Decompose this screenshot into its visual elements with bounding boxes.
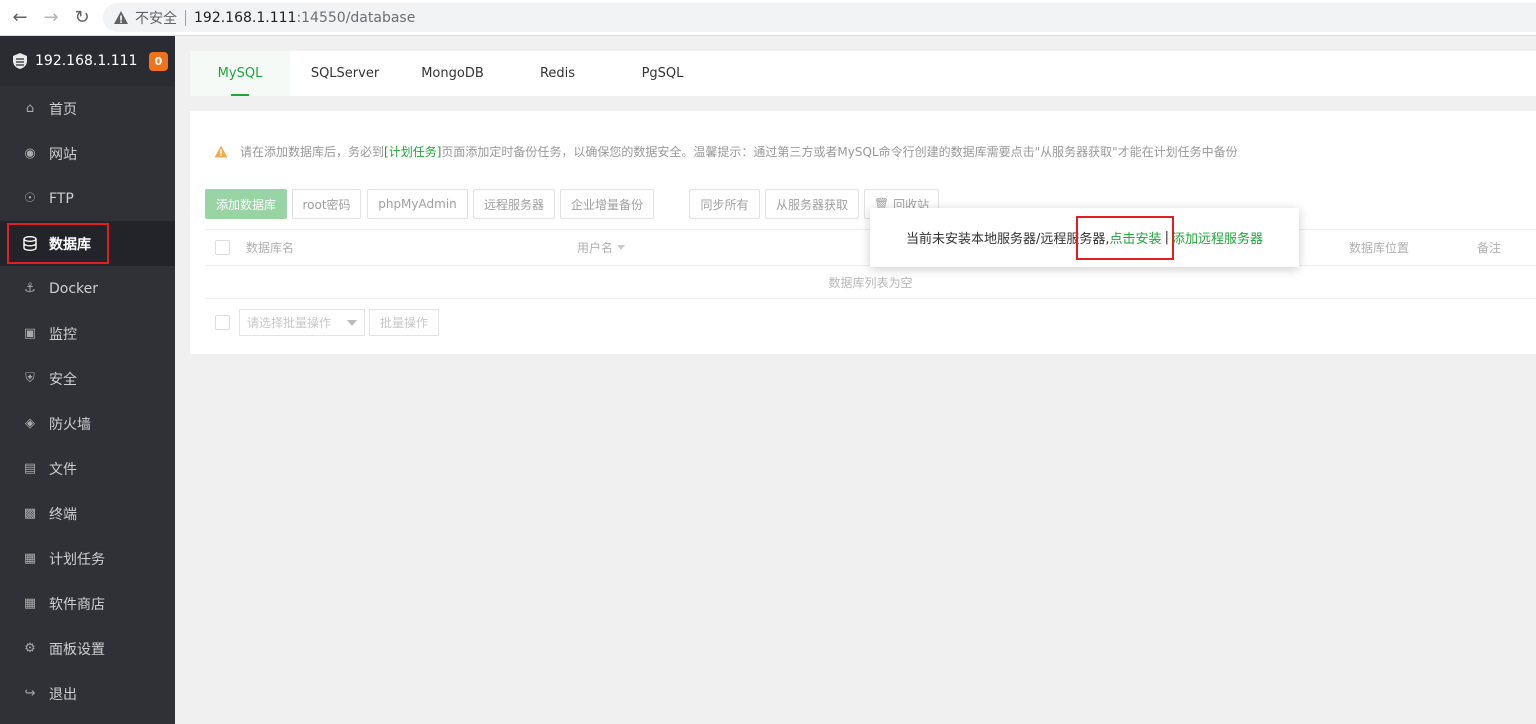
sidebar: 192.168.1.111 0 ⌂ 首页 ◉ 网站 ☉ FTP 数据库 ⚓ Docker…: [0, 36, 175, 724]
add-remote-server-link[interactable]: 添加远程服务器: [1172, 228, 1263, 247]
col-db-name[interactable]: 数据库名: [246, 239, 577, 256]
sidebar-item-logout[interactable]: ↪ 退出: [0, 671, 175, 716]
sidebar-header: 192.168.1.111 0: [0, 36, 175, 86]
reload-icon[interactable]: ↻: [71, 7, 93, 29]
warning-icon: [214, 145, 228, 158]
insecure-label: 不安全: [135, 10, 177, 27]
sidebar-item-website[interactable]: ◉ 网站: [0, 131, 175, 176]
add-database-button[interactable]: 添加数据库: [205, 189, 287, 219]
sidebar-item-firewall[interactable]: ◈ 防火墙: [0, 401, 175, 446]
sidebar-item-label: FTP: [49, 190, 74, 207]
globe-icon: ◉: [24, 146, 36, 161]
col-note: 备注: [1477, 241, 1502, 255]
sidebar-item-ftp[interactable]: ☉ FTP: [0, 176, 175, 221]
sidebar-item-label: 安全: [49, 371, 77, 388]
panel-logo-icon: [13, 53, 27, 69]
fetch-from-server-button[interactable]: 从服务器获取: [765, 189, 859, 219]
col-username-label: 用户名: [577, 241, 614, 255]
sidebar-item-label: 文件: [49, 461, 77, 478]
calendar-icon: ▦: [23, 551, 37, 566]
tab-mysql[interactable]: MySQL: [190, 51, 290, 96]
batch-checkbox[interactable]: [215, 315, 230, 330]
warning-icon: [114, 10, 128, 24]
phpmyadmin-button[interactable]: phpMyAdmin: [367, 189, 468, 219]
folder-icon: ▤: [23, 461, 37, 476]
sidebar-item-label: 终端: [49, 506, 77, 523]
sidebar-item-label: 网站: [49, 146, 77, 163]
forward-arrow-icon[interactable]: →: [40, 7, 62, 29]
home-icon: ⌂: [25, 101, 35, 116]
url-host: 192.168.1.111: [194, 9, 297, 26]
notice-text-tail: 页面添加定时备份任务，以确保您的数据安全。温馨提示：通过第三方或者MySQL命令…: [441, 145, 1238, 159]
notification-badge[interactable]: 0: [149, 52, 168, 71]
sidebar-item-monitor[interactable]: ▣ 监控: [0, 311, 175, 356]
db-type-tabs: MySQL SQLServer MongoDB Redis PgSQL: [190, 51, 1536, 96]
sidebar-item-database[interactable]: 数据库: [0, 221, 175, 266]
batch-select-placeholder: 请选择批量操作: [247, 316, 332, 330]
batch-operation-button[interactable]: 批量操作: [369, 309, 439, 336]
sidebar-item-app-store[interactable]: ▦ 软件商店: [0, 581, 175, 626]
tab-redis[interactable]: Redis: [505, 51, 610, 96]
notice-text: 请在添加数据库后，务必到: [240, 145, 385, 159]
back-arrow-icon[interactable]: ←: [9, 7, 31, 29]
sync-all-button[interactable]: 同步所有: [689, 189, 760, 219]
sidebar-item-docker[interactable]: ⚓ Docker: [0, 266, 175, 311]
tab-mongodb[interactable]: MongoDB: [400, 51, 505, 96]
sidebar-item-label: 首页: [49, 101, 77, 118]
sidebar-item-files[interactable]: ▤ 文件: [0, 446, 175, 491]
tab-pgsql[interactable]: PgSQL: [610, 51, 715, 96]
sidebar-item-home[interactable]: ⌂ 首页: [0, 86, 175, 131]
highlight-box-database: [7, 223, 109, 264]
ftp-icon: ☉: [24, 191, 36, 206]
sidebar-item-security[interactable]: ⛨ 安全: [0, 356, 175, 401]
tab-sqlserver[interactable]: SQLServer: [290, 51, 400, 96]
firewall-icon: ◈: [25, 416, 35, 431]
url-path: :14550/database: [296, 9, 416, 26]
root-password-button[interactable]: root密码: [292, 189, 361, 219]
enterprise-backup-button[interactable]: 企业增量备份: [560, 189, 654, 219]
chevron-down-icon: [347, 320, 357, 326]
col-db-location[interactable]: 数据库位置: [1349, 239, 1477, 256]
highlight-box-install: [1076, 216, 1174, 260]
sidebar-item-label: 退出: [49, 686, 77, 703]
sidebar-item-label: 面板设置: [49, 641, 105, 658]
sidebar-item-label: Docker: [49, 280, 99, 297]
backup-notice: 请在添加数据库后，务必到 [计划任务] 页面添加定时备份任务，以确保您的数据安全。温…: [214, 143, 1238, 160]
cron-task-link[interactable]: [计划任务]: [384, 143, 441, 160]
logout-icon: ↪: [24, 686, 36, 701]
sidebar-item-terminal[interactable]: ▩ 终端: [0, 491, 175, 536]
sort-caret-icon: [617, 245, 626, 250]
database-panel: 请在添加数据库后，务必到 [计划任务] 页面添加定时备份任务，以确保您的数据安全。温…: [190, 111, 1536, 354]
browser-toolbar: ← → ↻ 不安全 192.168.1.111:14550/database: [0, 0, 1536, 36]
docker-icon: ⚓: [24, 281, 36, 296]
remote-server-button[interactable]: 远程服务器: [473, 189, 555, 219]
col-username[interactable]: 用户名: [577, 239, 637, 256]
sidebar-item-label: 防火墙: [49, 416, 91, 433]
address-bar[interactable]: 不安全 192.168.1.111:14550/database: [103, 3, 1536, 32]
sidebar-item-label: 软件商店: [49, 596, 105, 613]
shield-icon: ⛨: [25, 371, 35, 386]
sidebar-item-settings[interactable]: ⚙ 面板设置: [0, 626, 175, 671]
apps-icon: ▦: [23, 596, 37, 611]
sidebar-item-label: 计划任务: [49, 551, 105, 568]
batch-operation-select[interactable]: 请选择批量操作: [239, 309, 365, 336]
table-empty-message: 数据库列表为空: [205, 266, 1536, 299]
monitor-icon: ▣: [23, 326, 37, 341]
gear-icon: ⚙: [24, 641, 36, 656]
address-separator: [185, 9, 186, 26]
sidebar-item-label: 监控: [49, 326, 77, 343]
sidebar-item-cron[interactable]: ▦ 计划任务: [0, 536, 175, 581]
select-all-checkbox[interactable]: [215, 240, 230, 255]
terminal-icon: ▩: [23, 506, 37, 521]
server-host: 192.168.1.111: [35, 53, 138, 69]
